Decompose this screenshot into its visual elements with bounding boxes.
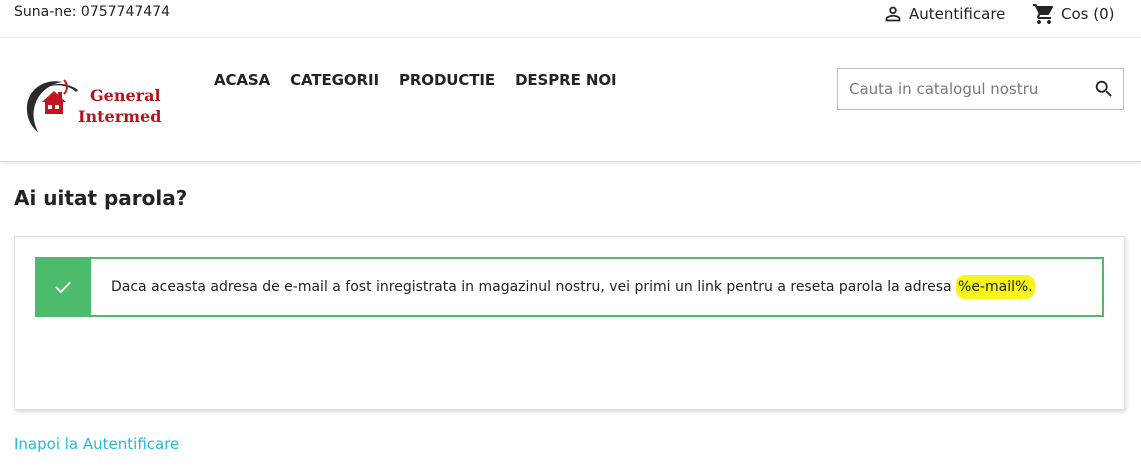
page-title: Ai uitat parola? bbox=[14, 186, 188, 210]
main-navigation: ACASA CATEGORII PRODUCTIE DESPRE NOI bbox=[214, 71, 636, 89]
person-icon bbox=[885, 6, 901, 22]
alert-icon-box bbox=[35, 257, 91, 317]
nav-item-categorii[interactable]: CATEGORII bbox=[290, 71, 379, 89]
shopping-cart-icon bbox=[1033, 4, 1053, 24]
nav-item-productie[interactable]: PRODUCTIE bbox=[399, 71, 495, 89]
alert-message: Daca aceasta adresa de e-mail a fost inr… bbox=[111, 275, 1035, 299]
site-header: General Intermed ACASA CATEGORII PRODUCT… bbox=[0, 38, 1141, 162]
check-icon bbox=[55, 281, 71, 293]
content-card: Daca aceasta adresa de e-mail a fost inr… bbox=[14, 236, 1125, 410]
house-logo-icon bbox=[26, 79, 78, 132]
login-label: Autentificare bbox=[909, 5, 1006, 23]
login-link[interactable]: Autentificare bbox=[882, 3, 1005, 25]
nav-item-despre-noi[interactable]: DESPRE NOI bbox=[515, 71, 617, 89]
alert-message-text: Daca aceasta adresa de e-mail a fost inr… bbox=[111, 279, 957, 295]
cart-label: Cos (0) bbox=[1061, 5, 1115, 23]
top-bar: Suna-ne: 0757747474 Autentificare Cos (0… bbox=[0, 0, 1141, 38]
logo-text-line2: Intermed bbox=[78, 107, 162, 126]
search-icon[interactable] bbox=[1093, 78, 1115, 100]
success-alert: Daca aceasta adresa de e-mail a fost inr… bbox=[35, 257, 1104, 317]
nav-item-acasa[interactable]: ACASA bbox=[214, 71, 270, 89]
cart-link[interactable]: Cos (0) bbox=[1032, 2, 1114, 26]
email-placeholder: %e-mail%. bbox=[956, 275, 1035, 299]
site-logo[interactable]: General Intermed bbox=[24, 76, 164, 136]
search-input[interactable] bbox=[838, 69, 1083, 109]
back-to-login-link[interactable]: Inapoi la Autentificare bbox=[14, 435, 179, 453]
search-box bbox=[837, 68, 1124, 110]
logo-text-line1: General bbox=[90, 86, 161, 105]
contact-phone: Suna-ne: 0757747474 bbox=[14, 4, 170, 20]
